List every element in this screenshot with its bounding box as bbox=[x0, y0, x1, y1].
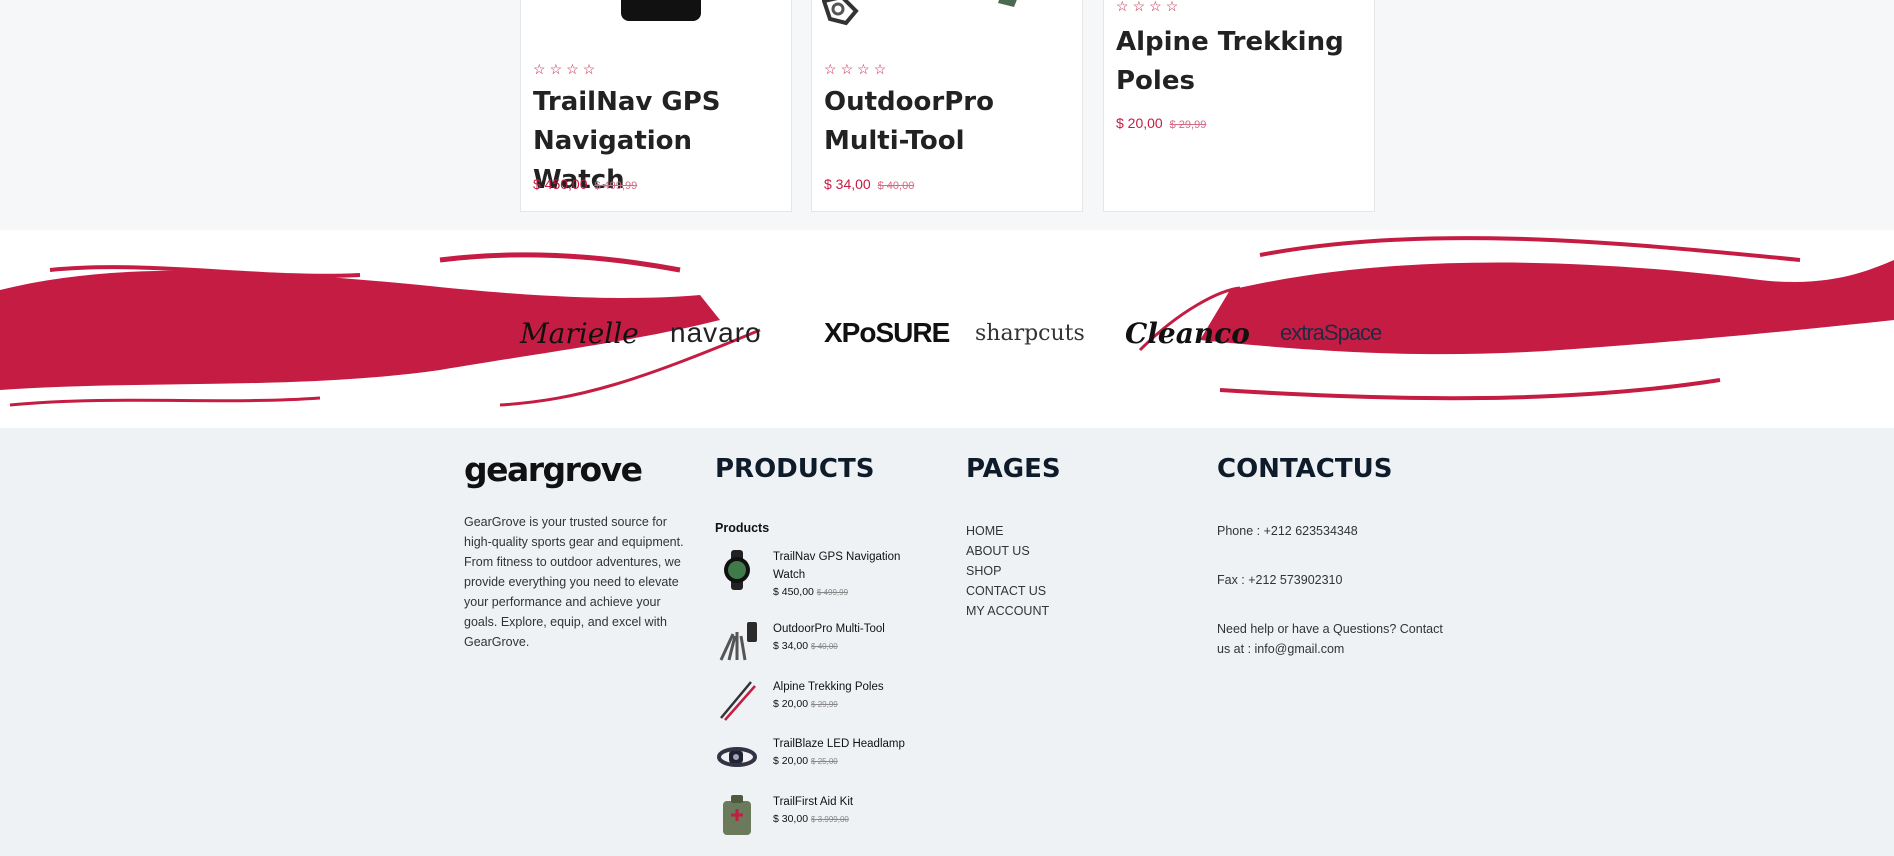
footer-product-price: $ 30,00 $ 3.999,00 bbox=[773, 813, 849, 825]
old-price: $ 40,00 bbox=[877, 180, 915, 192]
footer-product-name[interactable]: TrailBlaze LED Headlamp bbox=[773, 735, 913, 753]
product-price: $ 450,00 $ 499,99 bbox=[533, 176, 637, 192]
star-icon: ☆ bbox=[582, 61, 596, 77]
headlamp-icon bbox=[717, 747, 757, 767]
page-link-home[interactable]: HOME bbox=[966, 521, 1049, 541]
brand-logo-marielle[interactable]: Marielle bbox=[520, 308, 639, 358]
pages-list: HOME ABOUT US SHOP CONTACT US MY ACCOUNT bbox=[966, 521, 1049, 621]
watch-image bbox=[621, 0, 701, 21]
star-icon: ☆ bbox=[1116, 0, 1129, 14]
star-icon: ☆ bbox=[533, 61, 546, 77]
footer-product-name[interactable]: Alpine Trekking Poles bbox=[773, 678, 913, 696]
star-icon: ☆ bbox=[857, 61, 870, 77]
footer: geargrove GearGrove is your trusted sour… bbox=[0, 428, 1894, 856]
brand-logo-sharpcuts[interactable]: sharpcuts bbox=[975, 308, 1085, 358]
footer-product-price: $ 20,00 $ 25,00 bbox=[773, 755, 838, 767]
product-cards-section: ☆ ☆ ☆ ☆ TrailNav GPS Navigation Watch $ … bbox=[0, 0, 1894, 230]
contact-fax: Fax : +212 573902310 bbox=[1217, 573, 1343, 587]
poles-icon bbox=[720, 681, 756, 721]
footer-product-name[interactable]: OutdoorPro Multi-Tool bbox=[773, 620, 913, 638]
multitool-icon bbox=[719, 622, 757, 661]
contact-heading: CONTACTUS bbox=[1217, 454, 1393, 484]
rating-stars: ☆ ☆ ☆ ☆ bbox=[533, 61, 595, 78]
footer-product-item[interactable]: TrailFirst Aid Kit $ 30,00 $ 3.999,00 bbox=[715, 793, 915, 843]
current-price: $ 20,00 bbox=[1116, 115, 1163, 131]
star-icon: ☆ bbox=[1132, 0, 1146, 14]
star-icon: ☆ bbox=[824, 61, 837, 77]
rating-stars: ☆ ☆ ☆ ☆ bbox=[1116, 0, 1178, 15]
brand-logo-xposure[interactable]: XPoSURE bbox=[824, 308, 950, 358]
footer-product-item[interactable]: Alpine Trekking Poles $ 20,00 $ 29,99 bbox=[715, 678, 915, 728]
brand-logo-cleanco[interactable]: Cleanco bbox=[1125, 308, 1250, 358]
star-icon: ☆ bbox=[549, 61, 563, 77]
footer-product-name[interactable]: TrailFirst Aid Kit bbox=[773, 793, 913, 811]
brand-logos-section: Marielle navaro XPoSURE sharpcuts Cleanc… bbox=[0, 230, 1894, 428]
footer-product-name[interactable]: TrailNav GPS Navigation Watch bbox=[773, 548, 913, 584]
star-icon: ☆ bbox=[566, 61, 579, 77]
footer-product-price: $ 450,00 $ 499,99 bbox=[773, 586, 849, 598]
star-icon: ☆ bbox=[840, 61, 854, 77]
star-icon: ☆ bbox=[873, 61, 887, 77]
contact-help: Need help or have a Questions? Contact u… bbox=[1217, 622, 1443, 656]
aidkit-icon bbox=[723, 795, 751, 835]
product-price: $ 20,00 $ 29,99 bbox=[1116, 115, 1206, 131]
star-icon: ☆ bbox=[1149, 0, 1162, 14]
product-title[interactable]: Alpine Trekking Poles bbox=[1116, 23, 1368, 101]
footer-product-item[interactable]: TrailNav GPS Navigation Watch $ 450,00 $ … bbox=[715, 548, 915, 598]
multitool-image bbox=[822, 0, 1017, 26]
products-heading: PRODUCTS bbox=[715, 454, 875, 484]
footer-product-item[interactable]: TrailBlaze LED Headlamp $ 20,00 $ 25,00 bbox=[715, 735, 915, 785]
page-link-shop[interactable]: SHOP bbox=[966, 561, 1049, 581]
current-price: $ 34,00 bbox=[824, 176, 871, 192]
product-title[interactable]: OutdoorPro Multi-Tool bbox=[824, 83, 1076, 161]
product-card[interactable]: ☆ ☆ ☆ ☆ OutdoorPro Multi-Tool $ 34,00 $ … bbox=[811, 0, 1083, 212]
brand-logo-extraspace[interactable]: extraSpace bbox=[1280, 308, 1382, 358]
pages-heading: PAGES bbox=[966, 454, 1061, 484]
brand-logo-navaro[interactable]: navaro bbox=[670, 308, 762, 358]
footer-product-item[interactable]: OutdoorPro Multi-Tool $ 34,00 $ 40,00 bbox=[715, 620, 915, 670]
footer-logo[interactable]: geargrove bbox=[464, 450, 643, 489]
star-icon: ☆ bbox=[1165, 0, 1179, 14]
product-card[interactable]: ☆ ☆ ☆ ☆ TrailNav GPS Navigation Watch $ … bbox=[520, 0, 792, 212]
old-price: $ 499,99 bbox=[594, 180, 638, 192]
old-price: $ 29,99 bbox=[1169, 119, 1207, 131]
footer-product-price: $ 20,00 $ 29,99 bbox=[773, 698, 838, 710]
product-price: $ 34,00 $ 40,00 bbox=[824, 176, 914, 192]
watch-icon bbox=[724, 550, 750, 590]
page-link-about[interactable]: ABOUT US bbox=[966, 541, 1049, 561]
contact-phone: Phone : +212 623534348 bbox=[1217, 524, 1358, 538]
page-link-contact[interactable]: CONTACT US bbox=[966, 581, 1049, 601]
current-price: $ 450,00 bbox=[533, 176, 588, 192]
product-card[interactable]: ☆ ☆ ☆ ☆ Alpine Trekking Poles $ 20,00 $ … bbox=[1103, 0, 1375, 212]
products-subheading: Products bbox=[715, 521, 770, 535]
footer-product-price: $ 34,00 $ 40,00 bbox=[773, 640, 838, 652]
page-link-account[interactable]: MY ACCOUNT bbox=[966, 601, 1049, 621]
rating-stars: ☆ ☆ ☆ ☆ bbox=[824, 61, 886, 78]
footer-about-text: GearGrove is your trusted source for hig… bbox=[464, 515, 684, 649]
